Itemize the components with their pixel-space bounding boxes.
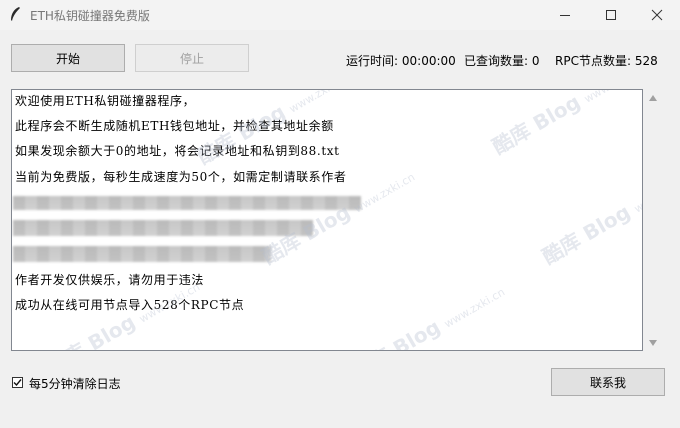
rpc-status: RPC节点数量: 528 xyxy=(555,52,658,69)
watermark: 酷库 Blogwww.zxki.cn xyxy=(348,285,508,351)
scroll-up-icon[interactable] xyxy=(649,95,657,101)
runtime-label: 运行时间: xyxy=(346,54,399,68)
title-bar: ETH私钥碰撞器免费版 xyxy=(0,0,680,30)
log-line: 欢迎使用ETH私钥碰撞器程序， xyxy=(15,94,196,108)
log-scrollbar[interactable] xyxy=(645,89,662,351)
stop-button[interactable]: 停止 xyxy=(135,44,249,72)
log-line: 作者开发仅供娱乐，请勿用于违法 xyxy=(15,273,205,287)
window-title: ETH私钥碰撞器免费版 xyxy=(30,9,150,23)
log-line: 成功从在线可用节点导入528个RPC节点 xyxy=(15,298,245,312)
feather-icon xyxy=(8,6,22,22)
maximize-icon xyxy=(606,10,616,20)
clear-log-checkbox[interactable] xyxy=(12,377,23,388)
maximize-button[interactable] xyxy=(588,0,634,30)
close-icon xyxy=(651,9,663,21)
runtime-value: 00:00:00 xyxy=(401,54,456,68)
log-line: 当前为免费版，每秒生成速度为50个，如需定制请联系作者 xyxy=(15,170,347,184)
redacted-text xyxy=(13,220,313,236)
queried-status: 已查询数量: 0 xyxy=(464,52,540,69)
runtime-status: 运行时间: 00:00:00 xyxy=(346,52,456,69)
queried-value: 0 xyxy=(531,54,540,68)
log-line: 如果发现余额大于0的地址，将会记录地址和私钥到88.txt xyxy=(15,144,340,158)
redacted-text xyxy=(13,196,361,210)
rpc-value: 528 xyxy=(634,54,658,68)
minimize-icon xyxy=(560,15,570,16)
contact-button[interactable]: 联系我 xyxy=(551,368,665,396)
checkmark-icon xyxy=(13,379,22,387)
scroll-down-icon[interactable] xyxy=(649,340,657,346)
redacted-text xyxy=(13,246,271,262)
close-button[interactable] xyxy=(634,0,680,30)
clear-log-label[interactable]: 每5分钟清除日志 xyxy=(29,375,121,392)
watermark: 酷库 Blogwww.zxki.cn xyxy=(488,89,642,159)
watermark: 酷库 Blogwww.zxki.cn xyxy=(538,170,643,269)
rpc-label: RPC节点数量: xyxy=(555,54,631,68)
log-textarea[interactable]: 欢迎使用ETH私钥碰撞器程序， 此程序会不断生成随机ETH钱包地址，并检查其地址… xyxy=(11,89,643,351)
queried-label: 已查询数量: xyxy=(464,54,529,68)
log-line: 此程序会不断生成随机ETH钱包地址，并检查其地址余额 xyxy=(15,119,334,133)
minimize-button[interactable] xyxy=(542,0,588,30)
start-button[interactable]: 开始 xyxy=(11,44,125,72)
